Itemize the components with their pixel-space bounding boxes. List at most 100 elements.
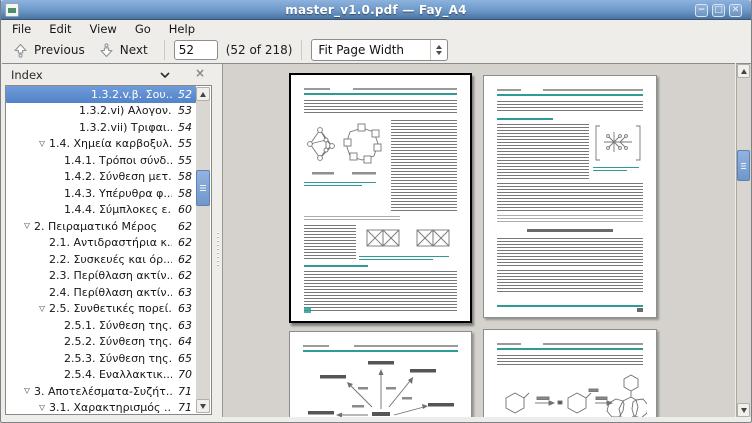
menu-bar: File Edit View Go Help xyxy=(1,20,751,37)
reaction-scheme-figure xyxy=(306,357,456,417)
paragraph-lines xyxy=(391,120,457,212)
paragraph-lines xyxy=(497,238,643,266)
index-item[interactable]: ▽3. Αποτελέσματα-Συζήτ...71 xyxy=(6,383,196,400)
header-rule xyxy=(497,94,643,96)
chemical-structure-figure xyxy=(593,124,643,164)
expander-icon[interactable]: ▽ xyxy=(36,136,48,153)
sidebar-header: Index × xyxy=(2,64,214,85)
scroll-down-button[interactable] xyxy=(737,403,750,417)
index-item[interactable]: 1.4.1. Τρόποι σύνδ...55 xyxy=(6,152,196,169)
menu-edit[interactable]: Edit xyxy=(40,21,80,37)
paragraph-lines xyxy=(497,124,589,180)
paragraph-lines xyxy=(304,216,400,222)
header-rule xyxy=(497,348,643,350)
figure-caption xyxy=(593,167,639,168)
index-item[interactable]: ▽1.4. Χημεία καρβοξυλ...55 xyxy=(6,136,196,153)
paragraph-lines xyxy=(497,270,643,292)
sidebar-close-icon[interactable]: × xyxy=(193,66,207,81)
arrow-down-icon xyxy=(99,43,114,58)
index-tree: 1.3.2.v.β. Σου...52 1.3.2.vi) Αλογον...5… xyxy=(5,85,212,415)
section-heading xyxy=(304,265,368,267)
index-item[interactable]: 2.5.4. Εναλλακτικ...70 xyxy=(6,367,196,384)
expander-icon[interactable]: ▽ xyxy=(36,400,48,415)
running-head xyxy=(543,343,643,345)
chemical-structure-figure xyxy=(304,120,388,178)
index-item[interactable]: 1.4.3. Υπέρυθρα φ...58 xyxy=(6,185,196,202)
page-content xyxy=(484,76,656,317)
scroll-up-button[interactable] xyxy=(737,64,750,78)
page-content xyxy=(484,330,656,417)
page-content xyxy=(290,332,471,417)
main-scrollbar[interactable] xyxy=(736,63,751,417)
index-item[interactable]: 2.4. Περίθλαση ακτίν...63 xyxy=(6,284,196,301)
paragraph-lines xyxy=(497,101,643,113)
previous-page-button[interactable]: Previous xyxy=(6,41,92,60)
index-item[interactable]: 2.5.3. Σύνθεση της...65 xyxy=(6,350,196,367)
index-item[interactable]: 2.5.1. Σύνθεση της...63 xyxy=(6,317,196,334)
maximize-button[interactable]: □ xyxy=(712,4,725,17)
header-rule xyxy=(304,93,457,95)
page-thumbnail[interactable] xyxy=(483,329,657,417)
sidebar-title[interactable]: Index xyxy=(2,68,43,82)
toolbar-separator xyxy=(301,40,302,60)
expander-icon[interactable]: ▽ xyxy=(21,383,33,400)
window-title: master_v1.0.pdf — Fay_A4 xyxy=(0,3,752,17)
section-heading xyxy=(497,118,553,120)
index-item[interactable]: 1.3.2.v.β. Σου...52 xyxy=(6,86,196,103)
menu-file[interactable]: File xyxy=(3,21,40,37)
paragraph-lines xyxy=(497,215,643,224)
running-head xyxy=(303,345,329,347)
sidebar-scrollbar[interactable] xyxy=(196,87,210,413)
page-thumbnail[interactable] xyxy=(483,75,657,318)
figure-caption xyxy=(359,259,433,260)
scroll-up-button[interactable] xyxy=(196,87,210,101)
figure-caption xyxy=(359,256,449,257)
page-content xyxy=(291,75,470,321)
next-page-button[interactable]: Next xyxy=(92,41,155,60)
paragraph-lines xyxy=(497,183,643,213)
running-head xyxy=(353,88,457,90)
expander-icon[interactable]: ▽ xyxy=(21,218,33,235)
pane-divider[interactable] xyxy=(214,63,222,417)
paragraph-lines xyxy=(304,225,356,259)
index-item[interactable]: ▽3.1. Χαρακτηρισμός ...71 xyxy=(6,400,196,415)
arrow-up-icon xyxy=(13,43,28,58)
index-sidebar: Index × 1.3.2.v.β. Σου...52 1.3.2.vi) Αλ… xyxy=(2,63,214,417)
page-number-footer xyxy=(304,307,311,313)
index-item[interactable]: 1.4.4. Σύμπλοκες ε...60 xyxy=(6,202,196,219)
index-item[interactable]: ▽2.5. Συνθετικές πορεί...63 xyxy=(6,301,196,318)
expander-icon[interactable]: ▽ xyxy=(36,301,48,318)
previous-label: Previous xyxy=(34,43,85,57)
footer-rule xyxy=(497,305,643,307)
index-item[interactable]: 2.5.2. Σύνθεση της...64 xyxy=(6,334,196,351)
chevron-down-icon[interactable] xyxy=(158,68,172,81)
index-item[interactable]: 2.2. Συσκευές και όρ...62 xyxy=(6,251,196,268)
scrollbar-thumb[interactable] xyxy=(737,150,750,181)
page-number-input[interactable] xyxy=(174,40,218,60)
menu-view[interactable]: View xyxy=(81,21,126,37)
chemical-structure-figure xyxy=(359,225,457,253)
zoom-level-select[interactable]: Fit Page Width xyxy=(311,39,448,61)
index-item[interactable]: 1.3.2.vii) Τριφαι...54 xyxy=(6,119,196,136)
page-count-label: (52 of 218) xyxy=(226,43,293,57)
equation-line xyxy=(527,229,613,232)
menu-go[interactable]: Go xyxy=(126,21,160,37)
page-thumbnail-current[interactable] xyxy=(289,73,472,323)
menu-help[interactable]: Help xyxy=(160,21,204,37)
document-canvas[interactable] xyxy=(222,63,735,417)
header-rule xyxy=(303,350,458,352)
scroll-down-button[interactable] xyxy=(196,399,210,413)
app-icon xyxy=(5,3,19,17)
index-item[interactable]: 2.1. Αντιδραστήρια κ...62 xyxy=(6,235,196,252)
close-button[interactable]: ✕ xyxy=(729,4,742,17)
index-item[interactable]: 1.3.2.vi) Αλογον...53 xyxy=(6,103,196,120)
index-item[interactable]: ▽2. Πειραματικό Μέρος62 xyxy=(6,218,196,235)
divider-grip-icon xyxy=(217,232,219,268)
figure-caption xyxy=(304,182,376,183)
running-head xyxy=(543,89,643,91)
scrollbar-thumb[interactable] xyxy=(196,170,210,206)
index-item[interactable]: 2.3. Περίθλαση ακτίν...62 xyxy=(6,268,196,285)
page-thumbnail[interactable] xyxy=(289,331,472,417)
minimize-button[interactable]: − xyxy=(695,4,708,17)
index-item[interactable]: 1.4.2. Σύνθεση μετ...58 xyxy=(6,169,196,186)
